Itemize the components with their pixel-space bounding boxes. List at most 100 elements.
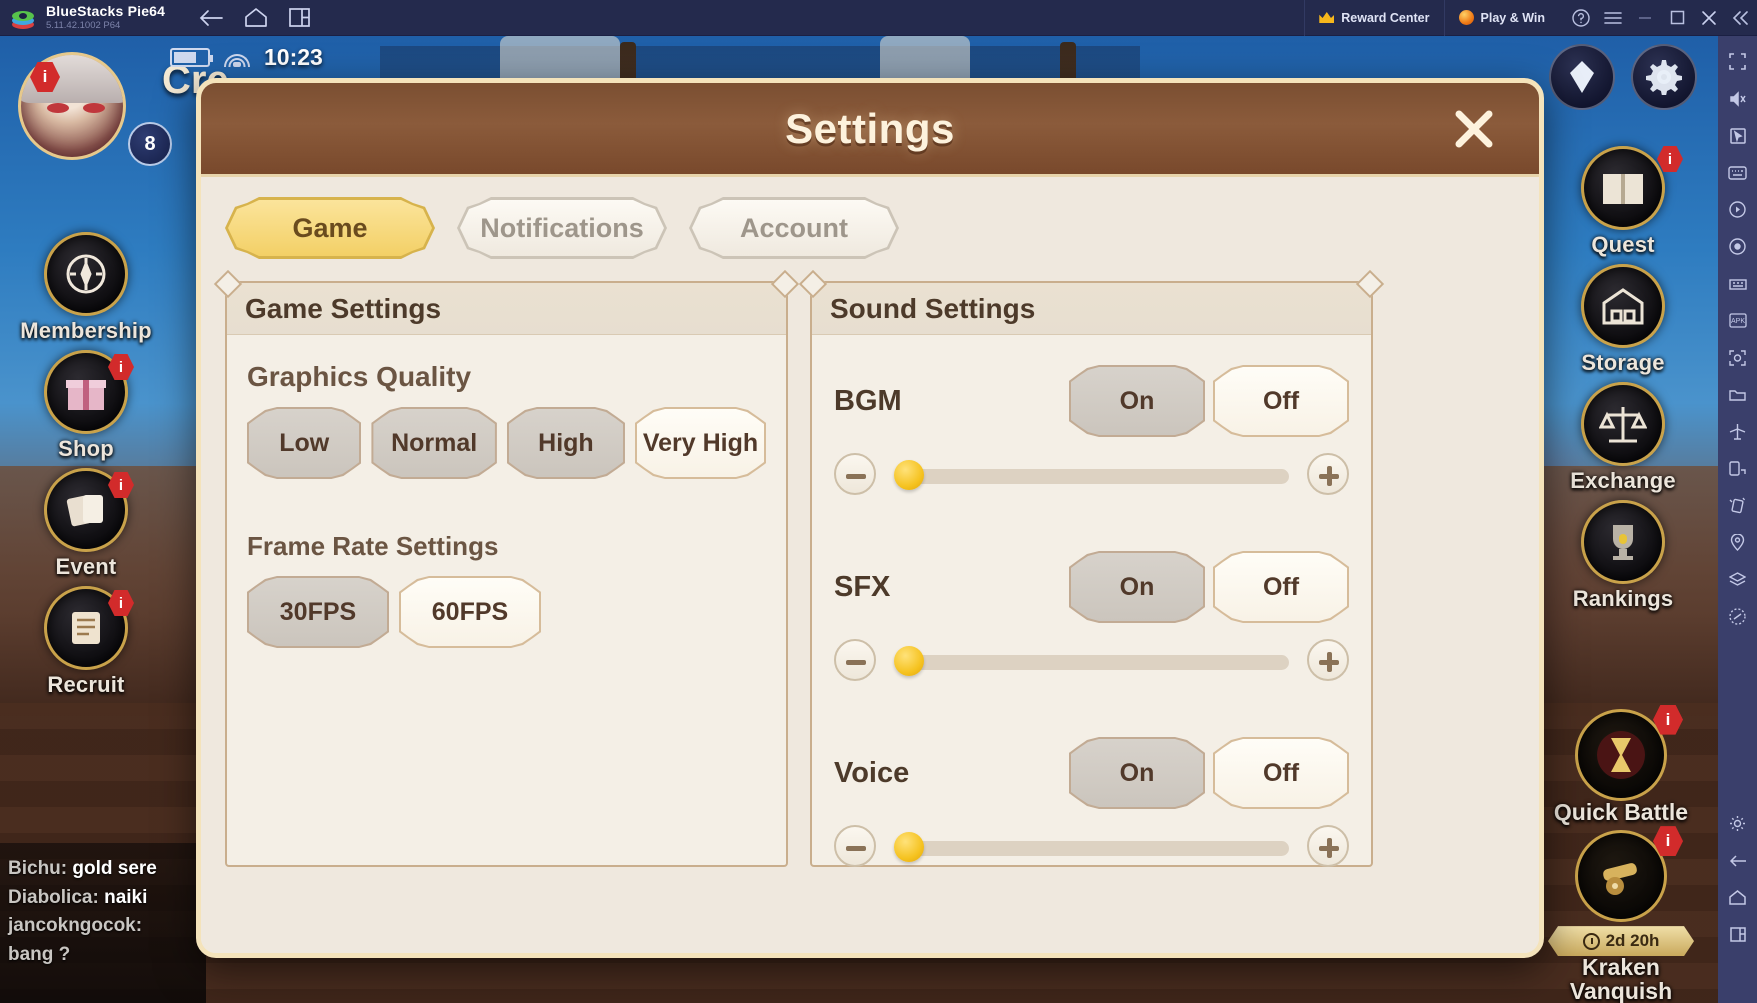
airplane-icon[interactable] xyxy=(1718,414,1757,449)
right-menu-item-quest[interactable]: i Quest xyxy=(1541,146,1705,264)
chat-line: bang ? xyxy=(8,941,198,970)
sound-label-voice: Voice xyxy=(834,756,910,789)
tab-account[interactable]: Account xyxy=(689,197,899,259)
gear-icon[interactable] xyxy=(1631,44,1697,110)
voice-off-button[interactable]: Off xyxy=(1213,737,1349,809)
sound-settings-content: BGM On Off SFX On Off Voice On Off xyxy=(812,335,1371,867)
settings-gear-icon[interactable] xyxy=(1718,806,1757,841)
left-menu-item-recruit[interactable]: i Recruit xyxy=(0,586,172,704)
settings-tabs: Game Notifications Account xyxy=(201,177,1539,259)
bgm-volume-track[interactable] xyxy=(904,469,1289,484)
graphics-option-high-label: High xyxy=(538,428,594,457)
chat-panel[interactable]: Bichu: gold sere Diabolica: naiki jancok… xyxy=(0,843,206,1003)
screen-record-icon[interactable] xyxy=(1718,229,1757,264)
bgm-volume-decrease-button[interactable] xyxy=(834,453,876,495)
left-menu-item-shop[interactable]: i Shop xyxy=(0,350,172,468)
rotate-icon[interactable] xyxy=(1718,451,1757,486)
sfx-off-button[interactable]: Off xyxy=(1213,551,1349,623)
avatar xyxy=(18,52,126,160)
mute-icon[interactable] xyxy=(1718,81,1757,116)
cursor-icon[interactable] xyxy=(1718,118,1757,153)
sfx-volume-track-wrap[interactable] xyxy=(894,646,1289,676)
voice-volume-decrease-button[interactable] xyxy=(834,825,876,867)
right-menu-item-storage[interactable]: Storage xyxy=(1541,264,1705,382)
sfx-volume-decrease-button[interactable] xyxy=(834,639,876,681)
left-menu-item-event[interactable]: i Event xyxy=(0,468,172,586)
screenshot-icon[interactable] xyxy=(1718,340,1757,375)
eco-mode-icon[interactable] xyxy=(1718,562,1757,597)
graphics-option-low[interactable]: Low xyxy=(247,407,361,479)
graphics-option-normal[interactable]: Normal xyxy=(371,407,496,479)
frame-rate-option-30fps[interactable]: 30FPS xyxy=(247,576,389,648)
sfx-volume-knob[interactable] xyxy=(894,646,924,676)
voice-volume-track[interactable] xyxy=(904,841,1289,856)
right-menu-item-rankings[interactable]: Rankings xyxy=(1541,500,1705,618)
window-controls xyxy=(1559,0,1757,36)
sfx-volume-increase-button[interactable] xyxy=(1307,639,1349,681)
left-menu-label: Recruit xyxy=(47,672,125,697)
event-quick-battle[interactable]: i Quick Battle xyxy=(1537,704,1705,824)
frame-rate-option-60fps-label: 60FPS xyxy=(431,597,509,626)
close-icon[interactable] xyxy=(1447,102,1501,156)
tab-game[interactable]: Game xyxy=(225,197,435,259)
recents-icon[interactable] xyxy=(289,8,311,27)
maximize-icon[interactable] xyxy=(1661,0,1693,36)
media-manager-icon[interactable] xyxy=(1718,377,1757,412)
minimize-icon[interactable] xyxy=(1629,0,1661,36)
titlebar-nav-icons xyxy=(199,8,311,27)
shake-icon[interactable] xyxy=(1718,488,1757,523)
collapse-icon[interactable] xyxy=(1725,0,1757,36)
chat-user: bang ? xyxy=(8,943,71,965)
tab-notifications[interactable]: Notifications xyxy=(457,197,667,259)
frame-rate-option-30fps-label: 30FPS xyxy=(279,597,357,626)
voice-volume-slider-row xyxy=(832,825,1351,867)
battery-icon xyxy=(170,48,213,67)
bgm-on-button[interactable]: On xyxy=(1069,365,1205,437)
voice-volume-track-wrap[interactable] xyxy=(894,832,1289,862)
macro-record-icon[interactable] xyxy=(1718,192,1757,227)
reward-center-button[interactable]: Reward Center xyxy=(1304,0,1443,36)
graphics-option-high[interactable]: High xyxy=(507,407,625,479)
left-menu-label: Shop xyxy=(58,436,114,461)
bgm-off-button[interactable]: Off xyxy=(1213,365,1349,437)
tab-account-label: Account xyxy=(740,212,848,243)
sfx-volume-track[interactable] xyxy=(904,655,1289,670)
fullscreen-icon[interactable] xyxy=(1718,44,1757,79)
frame-rate-option-60fps[interactable]: 60FPS xyxy=(399,576,541,648)
voice-on-button[interactable]: On xyxy=(1069,737,1205,809)
voice-volume-increase-button[interactable] xyxy=(1307,825,1349,867)
home-icon[interactable] xyxy=(245,8,268,27)
game-right-menu: i Quest Storage Exchange Rankings xyxy=(1541,146,1705,618)
bgm-volume-increase-button[interactable] xyxy=(1307,453,1349,495)
graphics-option-very-high[interactable]: Very High xyxy=(635,407,766,479)
voice-volume-knob[interactable] xyxy=(894,832,924,862)
install-apk-icon[interactable]: APK xyxy=(1718,303,1757,338)
home-nav-icon[interactable] xyxy=(1718,880,1757,915)
player-portrait[interactable]: i 8 xyxy=(8,46,172,166)
trim-memory-icon[interactable] xyxy=(1718,599,1757,634)
multi-instance-icon[interactable] xyxy=(1718,266,1757,301)
right-menu-label: Exchange xyxy=(1570,468,1676,493)
location-icon[interactable] xyxy=(1718,525,1757,560)
right-menu-item-exchange[interactable]: Exchange xyxy=(1541,382,1705,500)
event-kraken-vanquish[interactable]: i 2d 20h Kraken Vanquish xyxy=(1537,826,1705,1003)
app-name: BlueStacks Pie64 xyxy=(46,3,166,20)
recents-nav-icon[interactable] xyxy=(1718,917,1757,952)
left-menu-item-membership[interactable]: Membership xyxy=(0,232,172,350)
graphics-option-low-label: Low xyxy=(279,428,330,457)
quest-info-badge[interactable]: i xyxy=(1657,146,1683,172)
left-menu-label: Membership xyxy=(20,318,152,343)
bgm-volume-track-wrap[interactable] xyxy=(894,460,1289,490)
crystal-icon[interactable] xyxy=(1549,44,1615,110)
back-nav-icon[interactable] xyxy=(1718,843,1757,878)
bgm-volume-knob[interactable] xyxy=(894,460,924,490)
play-and-win-button[interactable]: Play & Win xyxy=(1443,0,1559,36)
coin-icon xyxy=(1458,10,1474,25)
close-icon[interactable] xyxy=(1693,0,1725,36)
keymapping-icon[interactable] xyxy=(1718,155,1757,190)
right-menu-label: Rankings xyxy=(1572,586,1674,611)
back-icon[interactable] xyxy=(199,9,224,27)
menu-icon[interactable] xyxy=(1597,0,1629,36)
help-icon[interactable] xyxy=(1565,0,1597,36)
sfx-on-button[interactable]: On xyxy=(1069,551,1205,623)
